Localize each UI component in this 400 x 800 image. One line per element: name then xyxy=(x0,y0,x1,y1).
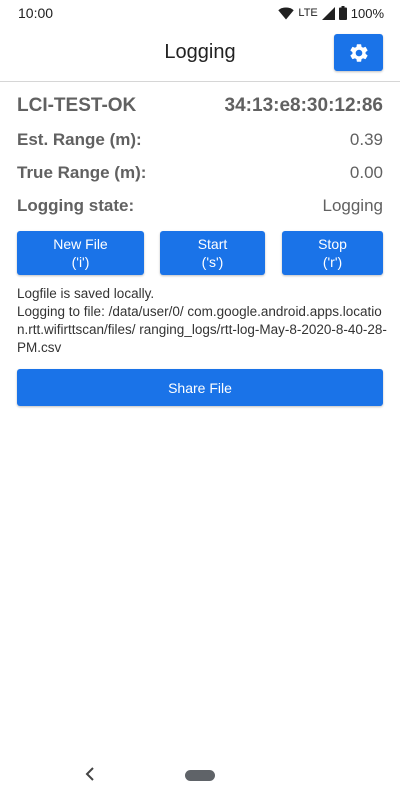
settings-button[interactable] xyxy=(334,34,383,71)
status-bar: 10:00 LTE 100% xyxy=(0,0,400,26)
start-shortcut: ('s') xyxy=(201,254,224,270)
true-range-row: True Range (m): 0.00 xyxy=(17,163,383,183)
back-icon xyxy=(85,767,94,781)
stop-button[interactable]: Stop ('r') xyxy=(282,231,383,275)
logfile-saved-text: Logfile is saved locally. xyxy=(17,286,155,301)
est-range-row: Est. Range (m): 0.39 xyxy=(17,130,383,150)
device-name: LCI-TEST-OK xyxy=(17,95,137,116)
battery-icon xyxy=(338,6,347,20)
start-label: Start xyxy=(197,236,228,252)
new-file-label: New File xyxy=(53,236,108,252)
stop-shortcut: ('r') xyxy=(322,254,343,270)
logging-state-value: Logging xyxy=(322,196,383,215)
logging-state-label: Logging state: xyxy=(17,196,135,215)
status-time: 10:00 xyxy=(18,5,54,21)
est-range-value: 0.39 xyxy=(349,130,383,149)
gear-icon xyxy=(349,43,368,62)
home-button[interactable] xyxy=(185,770,215,781)
new-file-button[interactable]: New File ('i') xyxy=(17,231,144,275)
back-button[interactable] xyxy=(82,764,98,784)
app-bar: Logging xyxy=(0,26,400,82)
signal-icon xyxy=(321,6,335,20)
true-range-value: 0.00 xyxy=(349,163,383,182)
network-type: LTE xyxy=(298,7,318,19)
battery-percent: 100% xyxy=(350,5,384,21)
status-icons: LTE 100% xyxy=(278,6,384,21)
device-mac: 34:13:e8:30:12:86 xyxy=(224,95,383,116)
start-button[interactable]: Start ('s') xyxy=(160,231,265,275)
true-range-label: True Range (m): xyxy=(17,163,147,182)
logging-state-row: Logging state: Logging xyxy=(17,196,383,216)
est-range-label: Est. Range (m): xyxy=(17,130,142,149)
new-file-shortcut: ('i') xyxy=(71,254,90,270)
device-row: LCI-TEST-OK 34:13:e8:30:12:86 xyxy=(17,95,383,117)
stop-label: Stop xyxy=(318,236,347,252)
wifi-icon xyxy=(278,7,295,19)
logfile-path-text: Logging to file: /data/user/0/ com.googl… xyxy=(17,304,387,355)
share-file-button[interactable]: Share File xyxy=(17,369,383,406)
